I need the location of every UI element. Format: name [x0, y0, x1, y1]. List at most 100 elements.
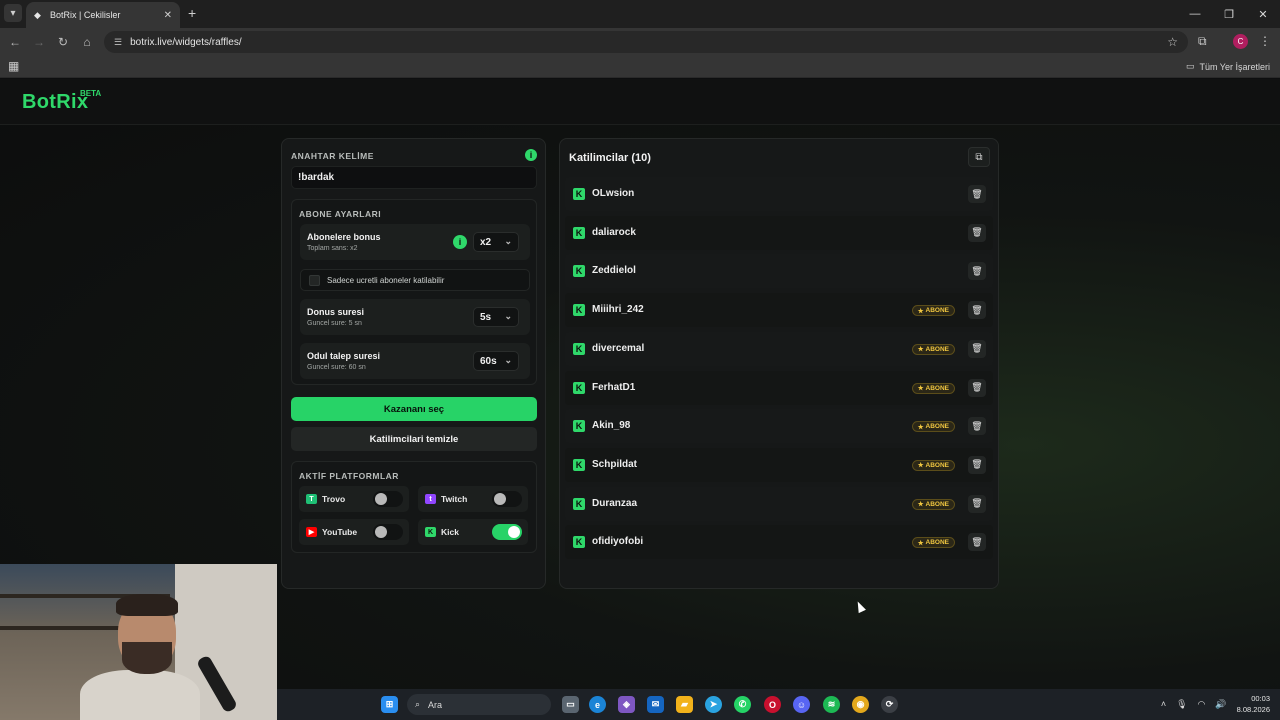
keyword-input[interactable]: !bardak: [291, 166, 537, 189]
trash-icon[interactable]: 🗑: [968, 533, 986, 552]
clock-date: 8.08.2026: [1236, 705, 1270, 714]
site-info-icon[interactable]: ☰: [114, 37, 122, 48]
participant-row: Kdaliarock 🗑: [565, 215, 993, 250]
cam-person-beard: [122, 642, 172, 674]
participant-row: K Schpildat ★ ABONE 🗑: [565, 447, 993, 482]
twitch-toggle[interactable]: [492, 491, 522, 507]
all-bookmarks[interactable]: ▭ Tüm Yer İşaretleri: [1186, 61, 1270, 72]
subscriber-badge-label: ABONE: [925, 500, 949, 508]
copilot-icon[interactable]: ◈: [618, 696, 635, 713]
outlook-icon[interactable]: ✉: [647, 696, 664, 713]
bonus-duration-select[interactable]: 5s ⌄: [473, 307, 519, 327]
taskbar-search[interactable]: ⌕ Ara: [407, 694, 551, 715]
star-icon: ★: [917, 385, 924, 392]
back-icon[interactable]: ←: [7, 34, 23, 50]
profile-avatar[interactable]: C: [1233, 34, 1248, 49]
opera-gx-icon[interactable]: O: [764, 696, 781, 713]
address-bar[interactable]: ☰ botrix.live/widgets/raffles/ ☆: [104, 31, 1188, 53]
apps-grid-icon[interactable]: ▦: [8, 60, 19, 72]
copy-icon[interactable]: ⧉: [968, 147, 990, 167]
participant-row: K Zeddielol 🗑: [565, 254, 993, 289]
kick-icon: K: [573, 497, 585, 510]
spotify-icon[interactable]: ≋: [823, 696, 840, 713]
windows-taskbar: ⊞ ⌕ Ara ▭ e ◈ ✉ ▰ ➤ ✆ O ☺ ≋ ◉ ⟳ ˄ 🎙 ◠ 🔊 …: [277, 689, 1280, 720]
extensions-icon[interactable]: ⧉: [1198, 34, 1207, 49]
tab-close-icon[interactable]: ✕: [164, 10, 172, 21]
bonus-info-icon[interactable]: i: [453, 235, 467, 249]
clock[interactable]: 00:03 8.08.2026: [1237, 693, 1270, 715]
cam-person-hair: [116, 594, 178, 616]
paid-only-checkbox[interactable]: [309, 275, 320, 286]
tray-chevron-icon[interactable]: ˄: [1161, 699, 1166, 709]
menu-icon[interactable]: ⋮: [1259, 34, 1271, 48]
reload-icon[interactable]: ↻: [55, 34, 71, 50]
star-icon: ★: [917, 423, 924, 431]
star-icon: ★: [917, 501, 924, 509]
participant-row: K Miiihri_242 ★ ABONE 🗑: [565, 293, 993, 328]
star-icon: ★: [917, 307, 924, 315]
kick-icon: K: [573, 188, 585, 200]
clear-participants-button[interactable]: Katilimcilari temizle: [291, 427, 537, 451]
edge-icon[interactable]: e: [589, 696, 606, 713]
participant-name: Schpildat: [592, 458, 638, 470]
trash-icon[interactable]: 🗑: [968, 262, 986, 281]
active-platforms-label: AKTİF PLATFORMLAR: [299, 471, 399, 481]
bonus-multiplier-select[interactable]: x2 ⌄: [473, 232, 519, 252]
browser-toolbar: ← → ↻ ⌂ ☰ botrix.live/widgets/raffles/ ☆…: [0, 28, 1280, 56]
close-window-icon[interactable]: ✕: [1246, 0, 1280, 28]
subscriber-badge-label: ABONE: [925, 384, 949, 392]
participant-name: divercemal: [592, 342, 645, 354]
keyword-info-icon[interactable]: i: [525, 149, 537, 161]
claim-duration-select[interactable]: 60s ⌄: [473, 351, 519, 371]
trash-icon[interactable]: 🗑: [968, 185, 986, 203]
tab-list-icon[interactable]: ▾: [4, 4, 22, 22]
star-icon: ★: [917, 346, 924, 354]
participant-name: daliarock: [592, 226, 636, 238]
browser-tab-active[interactable]: ◆ BotRix | Cekilisler ✕: [26, 2, 180, 28]
kick-icon: K: [573, 304, 585, 317]
whatsapp-icon[interactable]: ✆: [734, 696, 751, 713]
trash-icon[interactable]: 🗑: [968, 339, 986, 358]
youtube-toggle[interactable]: [373, 524, 403, 540]
task-view-icon[interactable]: ▭: [562, 696, 579, 713]
paid-only-row[interactable]: Sadece ucretli aboneler katilabilir: [300, 269, 530, 291]
subscriber-badge: ★ ABONE: [911, 421, 955, 433]
platform-name: YouTube: [322, 527, 358, 537]
trash-icon[interactable]: 🗑: [968, 417, 986, 436]
url-text: botrix.live/widgets/raffles/: [130, 36, 242, 48]
wifi-icon[interactable]: ◠: [1198, 699, 1206, 710]
subscriber-badge-label: ABONE: [925, 307, 949, 315]
trovo-toggle[interactable]: [373, 491, 403, 507]
forward-icon[interactable]: →: [31, 34, 47, 50]
trash-icon[interactable]: 🗑: [968, 378, 986, 397]
trash-icon[interactable]: 🗑: [968, 301, 986, 320]
participants-panel: Katilimcilar (10) ⧉ K OLwsion 🗑 Kdaliarock 🗑…: [559, 138, 999, 589]
bookmark-star-icon[interactable]: ☆: [1167, 35, 1178, 49]
trash-icon[interactable]: 🗑: [968, 494, 986, 513]
microphone-icon[interactable]: 🎙: [1176, 699, 1187, 710]
kick-toggle[interactable]: [492, 524, 522, 540]
volume-icon[interactable]: 🔊: [1215, 699, 1226, 710]
app-icon[interactable]: ⟳: [881, 696, 898, 713]
windows-start-icon[interactable]: ⊞: [381, 696, 398, 713]
home-icon[interactable]: ⌂: [79, 34, 95, 50]
kick-icon: K: [573, 420, 585, 433]
kick-icon: K: [573, 342, 585, 355]
window-controls: — ❐ ✕: [1178, 0, 1280, 28]
telegram-icon[interactable]: ➤: [705, 696, 722, 713]
platform-name: Kick: [441, 527, 459, 537]
new-tab-icon[interactable]: +: [188, 6, 196, 20]
trash-icon[interactable]: 🗑: [968, 223, 986, 242]
file-explorer-icon[interactable]: ▰: [676, 696, 693, 713]
trash-icon[interactable]: 🗑: [968, 455, 986, 474]
participant-row: K Akin_98 ★ ABONE 🗑: [565, 409, 993, 444]
pick-winner-button[interactable]: Kazananı seç: [291, 397, 537, 421]
minimize-icon[interactable]: —: [1178, 0, 1212, 28]
chrome-icon[interactable]: ◉: [852, 696, 869, 713]
discord-icon[interactable]: ☺: [793, 696, 810, 713]
participant-name: FerhatD1: [592, 381, 636, 393]
platform-twitch: t Twitch: [418, 486, 528, 512]
logo[interactable]: BotRix: [22, 91, 88, 114]
restore-icon[interactable]: ❐: [1212, 0, 1246, 28]
kick-icon: K: [573, 458, 585, 471]
